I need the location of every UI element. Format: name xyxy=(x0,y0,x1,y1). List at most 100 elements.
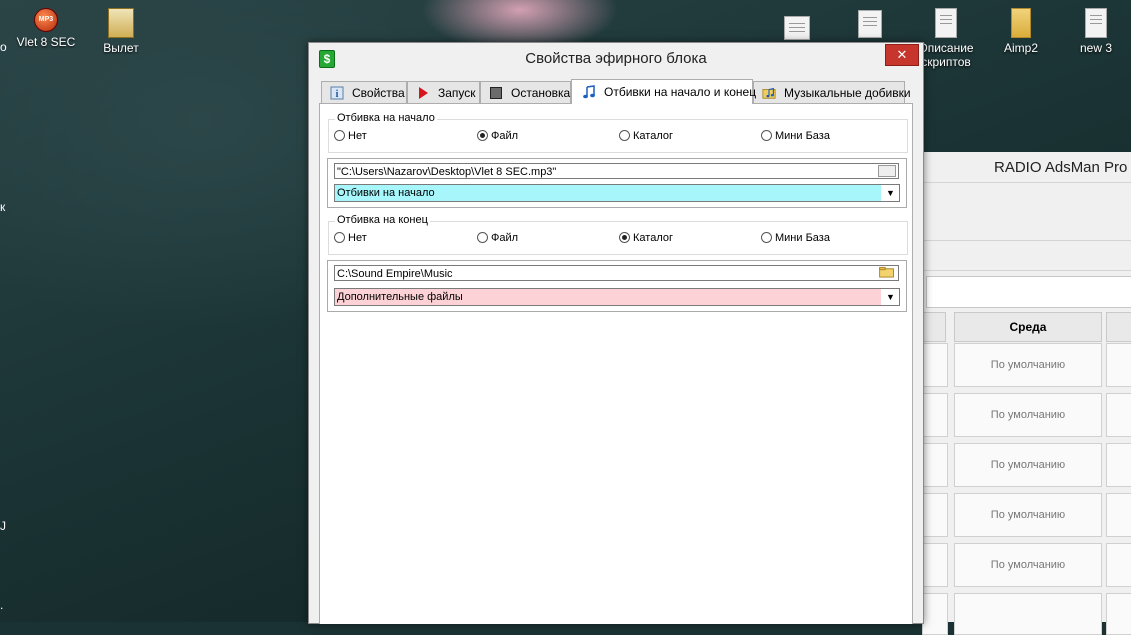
schedule-cell-partial[interactable] xyxy=(1106,393,1131,437)
radio-circle-checked xyxy=(619,232,630,243)
group-title: Отбивка на начало xyxy=(335,112,437,124)
radio-label: Нет xyxy=(348,232,367,244)
offscreen-icon-label: . xyxy=(0,598,4,612)
schedule-cell[interactable]: По умолчанию xyxy=(954,493,1102,537)
title-bar[interactable]: $ Свойства эфирного блока ✕ xyxy=(309,43,923,73)
offscreen-icon-label: о xyxy=(0,40,7,54)
end-jingle-group: Отбивка на конец Нет Файл Каталог Мини Б… xyxy=(328,214,908,255)
start-combo-value: Отбивки на начало xyxy=(337,187,435,199)
end-radio-minibase[interactable]: Мини База xyxy=(761,232,830,244)
start-jingle-box: "C:\Users\Nazarov\Desktop\Vlet 8 SEC.mp3… xyxy=(327,158,907,208)
schedule-cell-partial[interactable] xyxy=(1106,593,1131,635)
radio-label: Каталог xyxy=(633,130,673,142)
start-path-text: "C:\Users\Nazarov\Desktop\Vlet 8 SEC.mp3… xyxy=(337,166,557,178)
tab-label: Свойства xyxy=(352,86,405,100)
schedule-cell-partial[interactable] xyxy=(922,543,948,587)
tab-start-end-jingles[interactable]: Отбивки на начало и конец xyxy=(571,79,757,104)
end-jingle-box: C:\Sound Empire\Music Дополнительные фай… xyxy=(327,260,907,312)
end-combo-value: Дополнительные файлы xyxy=(337,291,463,303)
background-app-input[interactable] xyxy=(926,276,1131,308)
radio-circle xyxy=(619,130,630,141)
document-icon[interactable] xyxy=(858,10,882,38)
divider xyxy=(922,270,1131,271)
mp3-file-icon: MP3 xyxy=(34,8,58,32)
divider xyxy=(922,240,1131,241)
open-folder-icon[interactable] xyxy=(878,266,896,278)
schedule-cell-partial[interactable] xyxy=(1106,543,1131,587)
schedule-cell-partial[interactable] xyxy=(922,493,948,537)
tab-start[interactable]: Запуск xyxy=(407,81,480,103)
chevron-down-icon[interactable]: ▼ xyxy=(882,185,899,201)
audio-file-icon xyxy=(108,8,134,38)
radio-circle-checked xyxy=(477,130,488,141)
radio-circle xyxy=(761,130,772,141)
document-icon[interactable] xyxy=(784,16,810,40)
radio-circle xyxy=(477,232,488,243)
schedule-cell-partial[interactable] xyxy=(922,343,948,387)
radio-label: Нет xyxy=(348,130,367,142)
end-radio-catalog[interactable]: Каталог xyxy=(619,232,673,244)
desktop-icon-label: Описание скриптов xyxy=(918,41,974,69)
desktop-icon-new3[interactable]: new 3 xyxy=(1058,8,1131,55)
radio-label: Файл xyxy=(491,232,519,244)
end-path-field[interactable]: C:\Sound Empire\Music xyxy=(334,265,899,281)
start-radio-catalog[interactable]: Каталог xyxy=(619,130,673,142)
browse-file-button[interactable] xyxy=(878,165,896,177)
schedule-cell-partial[interactable] xyxy=(1106,493,1131,537)
offscreen-icon-label: к xyxy=(0,200,6,214)
info-icon: i xyxy=(330,86,344,100)
document-icon xyxy=(1085,8,1107,38)
close-button[interactable]: ✕ xyxy=(885,44,919,66)
schedule-cell-partial[interactable] xyxy=(922,393,948,437)
start-radio-none[interactable]: Нет xyxy=(334,130,367,142)
background-app-title: RADIO AdsMan Pro 2 xyxy=(994,159,1131,176)
start-path-field[interactable]: "C:\Users\Nazarov\Desktop\Vlet 8 SEC.mp3… xyxy=(334,163,899,179)
schedule-cell[interactable]: По умолчанию xyxy=(954,343,1102,387)
tab-stop[interactable]: Остановка xyxy=(480,81,571,103)
tab-music-fills[interactable]: Музыкальные добивки xyxy=(753,81,911,103)
desktop-icon-label: new 3 xyxy=(1079,41,1113,55)
chevron-down-icon[interactable]: ▼ xyxy=(882,289,899,305)
desktop-icon-vlet[interactable]: MP3 Vlet 8 SEC xyxy=(8,8,84,49)
end-radio-file[interactable]: Файл xyxy=(477,232,518,244)
radio-label: Мини База xyxy=(775,232,830,244)
document-icon xyxy=(935,8,957,38)
tab-properties[interactable]: i Свойства xyxy=(321,81,407,103)
start-jingle-group: Отбивка на начало Нет Файл Каталог Мини … xyxy=(328,112,908,153)
stop-icon xyxy=(490,87,502,99)
divider xyxy=(922,182,1131,183)
play-icon xyxy=(419,87,428,99)
radio-circle xyxy=(761,232,772,243)
start-playlist-combo[interactable]: Отбивки на начало ▼ xyxy=(334,184,900,202)
radio-label: Мини База xyxy=(775,130,830,142)
radio-label: Файл xyxy=(491,130,519,142)
start-radio-minibase[interactable]: Мини База xyxy=(761,130,830,142)
folder-icon xyxy=(1011,8,1031,38)
background-app-window[interactable]: RADIO AdsMan Pro 2 Среда По умолчанию По… xyxy=(920,152,1131,635)
schedule-cell-partial[interactable] xyxy=(954,593,1102,635)
column-header-wednesday[interactable]: Среда xyxy=(954,312,1102,342)
desktop-icon-vylet[interactable]: Вылет xyxy=(83,8,159,55)
schedule-cell-partial[interactable] xyxy=(922,593,948,635)
end-radio-none[interactable]: Нет xyxy=(334,232,367,244)
schedule-cell[interactable]: По умолчанию xyxy=(954,393,1102,437)
schedule-cell-partial[interactable] xyxy=(1106,443,1131,487)
music-note-icon xyxy=(583,85,595,99)
desktop-icon-aimp2[interactable]: Aimp2 xyxy=(983,8,1059,55)
end-playlist-combo[interactable]: Дополнительные файлы ▼ xyxy=(334,288,900,306)
schedule-cell[interactable]: По умолчанию xyxy=(954,543,1102,587)
end-path-text: C:\Sound Empire\Music xyxy=(337,268,453,280)
offscreen-icon-label: J xyxy=(0,519,6,533)
column-header-partial[interactable] xyxy=(1106,312,1131,342)
schedule-cell-partial[interactable] xyxy=(1106,343,1131,387)
desktop-icon-label: Вылет xyxy=(103,41,139,55)
radio-circle xyxy=(334,232,345,243)
tab-label: Отбивки на начало и конец xyxy=(604,85,757,99)
start-radio-file[interactable]: Файл xyxy=(477,130,518,142)
schedule-cell[interactable]: По умолчанию xyxy=(954,443,1102,487)
radio-circle xyxy=(334,130,345,141)
schedule-cell-partial[interactable] xyxy=(922,443,948,487)
tab-label: Остановка xyxy=(511,86,571,100)
tab-panel: Отбивка на начало Нет Файл Каталог Мини … xyxy=(319,103,913,624)
tab-label: Музыкальные добивки xyxy=(784,86,911,100)
